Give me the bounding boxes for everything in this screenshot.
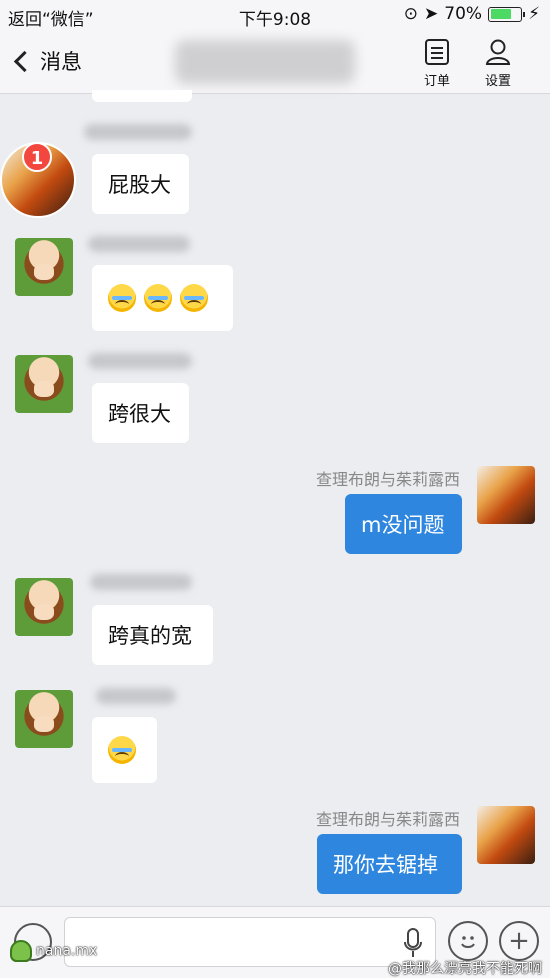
message-bubble-partial [92,90,192,102]
message-text: 跨很大 [108,402,171,426]
smiley-icon [461,936,475,948]
message-input[interactable] [64,917,436,967]
sender-name-redacted [84,124,192,140]
battery-percent: 70% [444,4,483,24]
message-bubble[interactable] [92,265,233,331]
sender-avatar[interactable] [15,578,73,636]
settings-label: 设置 [484,74,511,89]
crying-emoji-icon [144,284,172,312]
crying-emoji-icon [180,284,208,312]
order-list-icon [425,39,449,65]
crying-emoji-icon [108,284,136,312]
sender-avatar[interactable] [15,238,73,296]
sender-name: 查理布朗与茱莉露西 [315,810,460,829]
nav-bar: 消息 订单 设置 [0,32,550,94]
message-text: m没问题 [361,513,445,537]
chat-title-redacted [175,40,355,84]
status-right: ⊙ ➤ 70% ⚡ [404,4,540,24]
order-button[interactable]: 订单 [412,38,462,89]
sender-name: 查理布朗与茱莉露西 [315,470,460,489]
message-bubble[interactable]: 屁股大 [92,154,189,214]
sender-avatar[interactable] [15,690,73,748]
chevron-left-icon [13,50,36,72]
message-bubble-outgoing[interactable]: m没问题 [345,494,462,554]
emoji-button[interactable] [448,921,488,961]
sender-name-redacted [90,574,192,590]
my-avatar[interactable] [477,806,535,864]
settings-button[interactable]: 设置 [473,38,523,89]
back-label: 消息 [40,50,82,74]
rotation-lock-icon: ⊙ [403,4,419,24]
my-avatar[interactable] [477,466,535,524]
watermark-left: nana.mx [10,940,97,962]
message-text: 跨真的宽 [108,624,192,648]
mushroom-logo-icon [10,940,32,962]
plus-button[interactable]: + [499,921,539,961]
message-bubble[interactable]: 跨真的宽 [92,605,213,665]
plus-icon: + [508,926,530,956]
unread-badge: 1 [22,142,52,172]
watermark-left-text: nana.mx [36,943,98,959]
sender-avatar[interactable] [15,355,73,413]
battery-icon [488,6,526,22]
location-icon: ➤ [424,4,439,24]
sender-name-redacted [88,353,192,369]
charging-icon: ⚡ [528,4,540,24]
order-label: 订单 [423,74,450,89]
status-bar: 返回“微信” 下午9:08 ⊙ ➤ 70% ⚡ [0,0,550,32]
message-bubble[interactable] [92,717,157,783]
sender-name-redacted [96,688,176,704]
person-icon [485,39,511,65]
message-text: 屁股大 [108,173,171,197]
sender-name-redacted [88,236,190,252]
message-bubble[interactable]: 跨很大 [92,383,189,443]
message-text: 那你去锯掉 [333,853,438,877]
microphone-icon[interactable] [403,928,423,958]
crying-emoji-icon [108,736,136,764]
back-button[interactable]: 消息 [12,46,82,76]
watermark-right: @我那么漂亮我不能死啊 [388,961,542,977]
message-bubble-outgoing[interactable]: 那你去锯掉 [317,834,462,894]
